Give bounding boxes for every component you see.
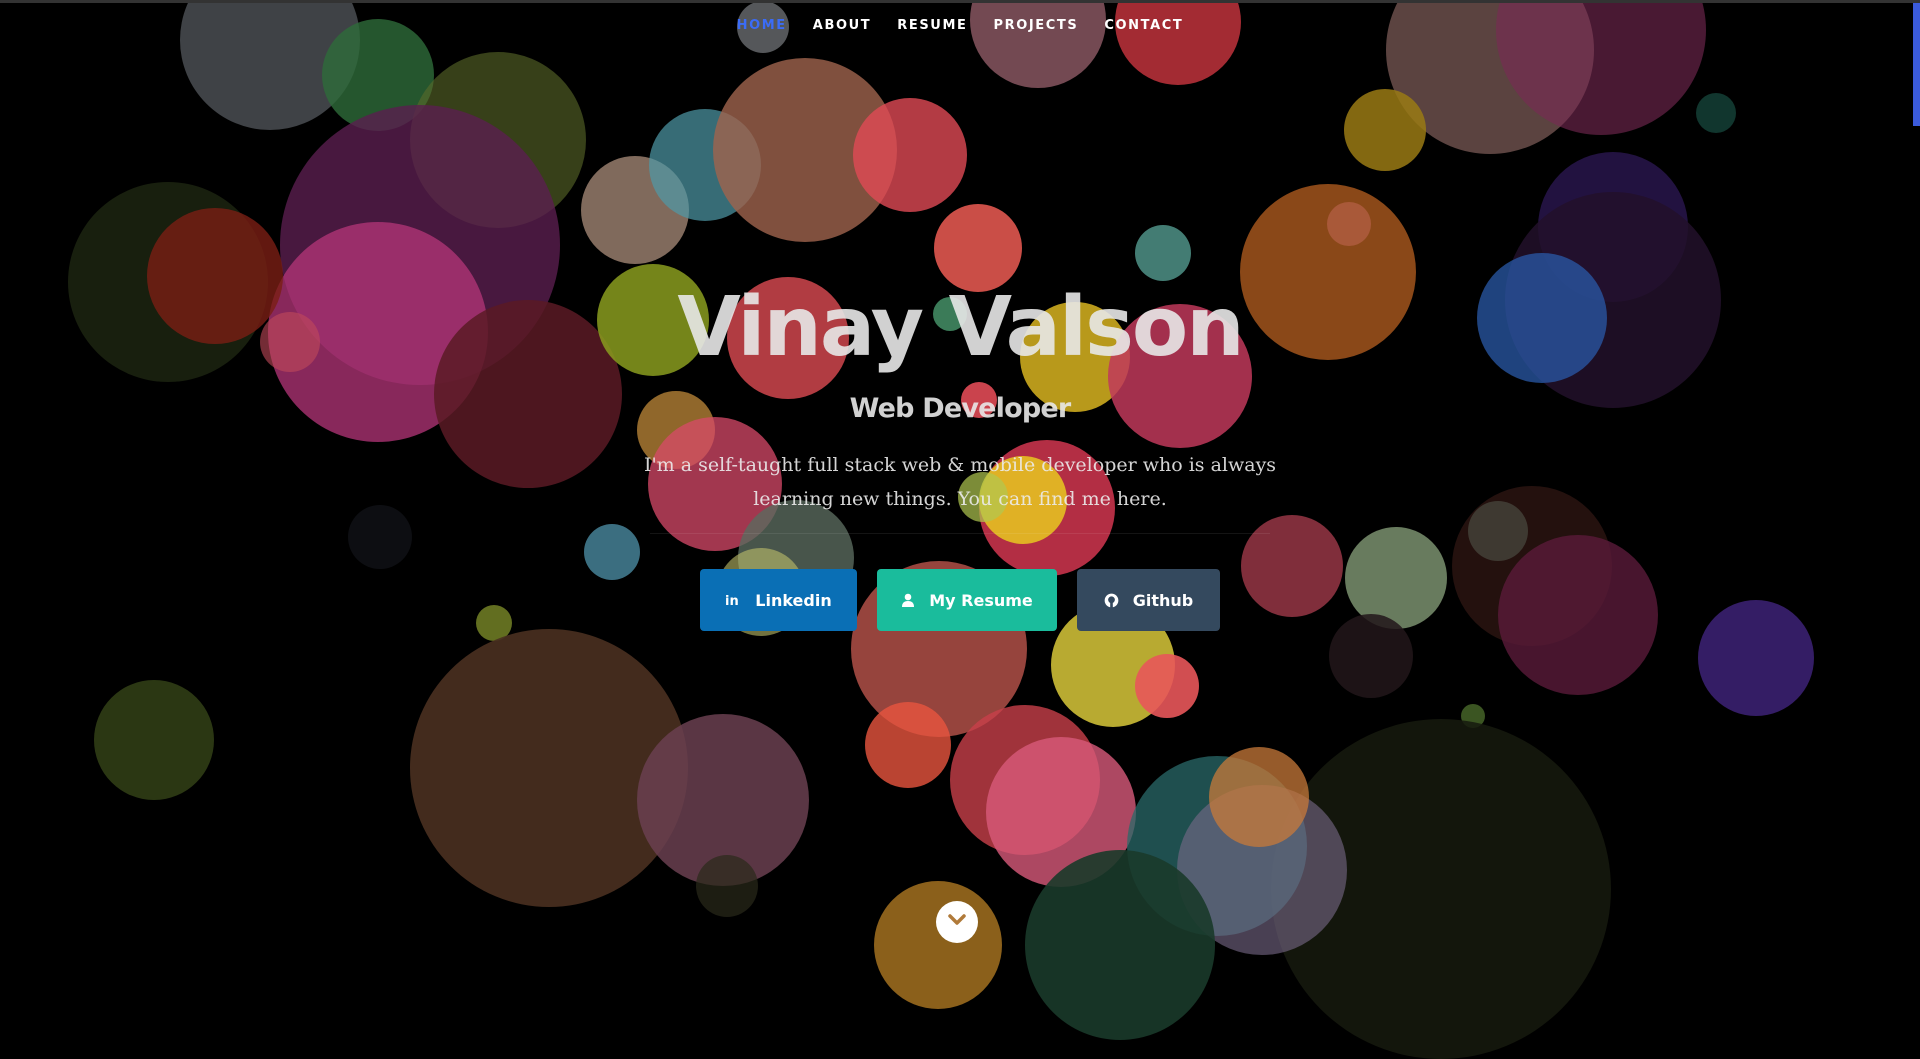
- linkedin-icon: in: [725, 593, 741, 607]
- background-bubble: [874, 881, 1002, 1009]
- nav-resume-link[interactable]: RESUME: [897, 18, 967, 33]
- background-bubble: [1696, 93, 1736, 133]
- resume-button[interactable]: My Resume: [877, 569, 1057, 631]
- background-bubble: [1344, 89, 1426, 171]
- background-bubble: [696, 855, 758, 917]
- github-button[interactable]: Github: [1077, 569, 1220, 631]
- background-bubble: [865, 702, 951, 788]
- background-bubble: [94, 680, 214, 800]
- github-icon: [1104, 593, 1119, 608]
- hero-role: Web Developer: [849, 393, 1072, 424]
- page-scrollbar[interactable]: [1913, 0, 1920, 126]
- main-nav: HOME ABOUT RESUME PROJECTS CONTACT: [0, 18, 1920, 33]
- hero-divider: [650, 533, 1270, 534]
- background-bubble: [1135, 654, 1199, 718]
- background-bubble: [970, 0, 1106, 88]
- background-bubble: [934, 204, 1022, 292]
- nav-home-link[interactable]: HOME: [737, 18, 787, 33]
- background-bubble: [1135, 225, 1191, 281]
- svg-text:in: in: [725, 594, 739, 607]
- resume-label: My Resume: [929, 590, 1033, 610]
- nav-contact-link[interactable]: CONTACT: [1104, 18, 1183, 33]
- background-bubble: [1327, 202, 1371, 246]
- top-border: [0, 0, 1920, 3]
- scroll-down-button[interactable]: [936, 901, 978, 943]
- user-icon: [901, 593, 915, 607]
- github-label: Github: [1132, 590, 1194, 610]
- hero-name: Vinay Valson: [677, 280, 1244, 375]
- hero-description-block: I'm a self-taught full stack web & mobil…: [0, 448, 1920, 516]
- chevron-down-icon: [947, 913, 967, 932]
- background-bubble: [1115, 0, 1241, 85]
- background-bubble: [1209, 747, 1309, 847]
- nav-projects-link[interactable]: PROJECTS: [993, 18, 1078, 33]
- background-bubble: [853, 98, 967, 212]
- linkedin-label: Linkedin: [755, 590, 832, 610]
- social-buttons: in Linkedin My Resume Github: [0, 569, 1920, 631]
- nav-about-link[interactable]: ABOUT: [813, 18, 871, 33]
- linkedin-button[interactable]: in Linkedin: [700, 569, 857, 631]
- hero-description: I'm a self-taught full stack web & mobil…: [643, 454, 1277, 510]
- background-bubble: [1025, 850, 1215, 1040]
